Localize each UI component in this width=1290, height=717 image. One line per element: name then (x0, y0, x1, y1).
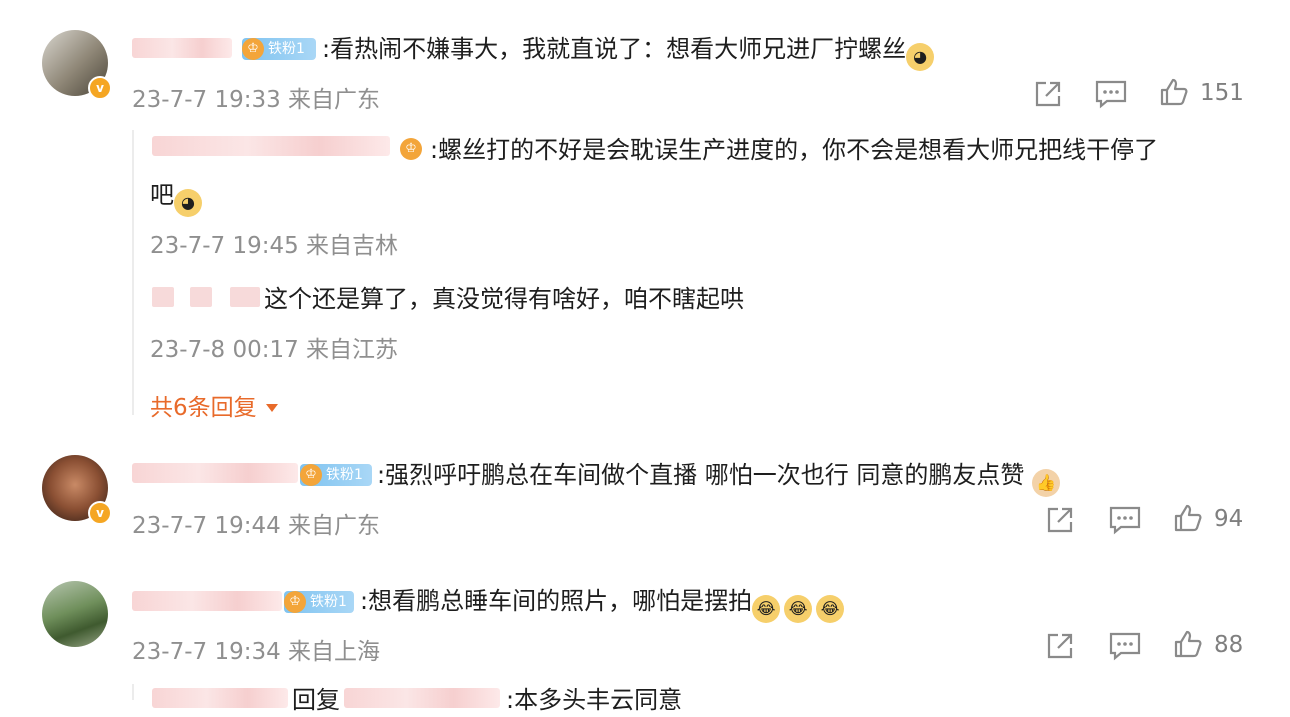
doge-emoji-icon: ◕ (906, 43, 935, 71)
crown-icon: ♔ (284, 591, 306, 613)
reply-thread-line (132, 684, 134, 700)
username-redacted[interactable] (132, 463, 298, 483)
comment-meta: 23-7-7 19:44 来自广东 (132, 513, 381, 539)
laughing-emoji-icon: 😂 (752, 595, 781, 623)
verified-badge-icon: v (88, 501, 112, 525)
like-count: 88 (1214, 632, 1244, 658)
reply-meta: 23-7-8 00:17 来自江苏 (150, 337, 399, 363)
reply-text: 这个还是算了，真没觉得有啥好，咱不瞎起哄 (264, 285, 744, 313)
laughing-emoji-icon: 😂 (816, 595, 845, 623)
reply-text: :本多头丰云同意 (506, 686, 683, 714)
crown-icon: ♔ (300, 464, 322, 486)
reply-username-redacted[interactable] (152, 287, 174, 307)
caret-down-icon (265, 404, 278, 412)
more-replies-link[interactable]: 共6条回复 (150, 388, 280, 422)
comment-icon[interactable] (1094, 78, 1128, 110)
reply-username-redacted[interactable] (152, 688, 288, 708)
reply-meta: 23-7-7 19:45 来自吉林 (150, 233, 399, 259)
verified-badge-icon: v (88, 76, 112, 100)
crown-icon: ♔ (400, 138, 422, 160)
share-icon[interactable] (1044, 630, 1076, 662)
share-icon[interactable] (1044, 504, 1076, 536)
reply-username-redacted[interactable] (230, 287, 260, 307)
comment-icon[interactable] (1108, 504, 1142, 536)
reply-target-redacted[interactable] (344, 688, 500, 708)
thumbs-up-icon[interactable] (1172, 628, 1204, 660)
fan-badge-label: 铁粉1 (326, 467, 363, 483)
fan-badge-label: 铁粉1 (310, 594, 347, 610)
crown-icon: ♔ (242, 38, 264, 60)
comment-text: :看热闹不嫌事大，我就直说了：想看大师兄进厂拧螺丝 ◕ (322, 32, 935, 71)
reply-username-redacted[interactable] (190, 287, 212, 307)
share-icon[interactable] (1032, 78, 1064, 110)
thumbs-up-icon[interactable] (1172, 502, 1204, 534)
fan-badge-label: 铁粉1 (268, 41, 305, 57)
reply-thread-line (132, 130, 134, 415)
username-redacted[interactable] (132, 591, 282, 611)
comment-text: :强烈呼吁鹏总在车间做个直播 哪怕一次也行 同意的鹏友点赞 👍 (377, 458, 1060, 497)
like-count: 94 (1214, 506, 1244, 532)
comment-meta: 23-7-7 19:34 来自上海 (132, 639, 381, 665)
comment-text: :想看鹏总睡车间的照片，哪怕是摆拍 😂 😂 😂 (360, 584, 845, 623)
reply-prefix: 回复 (292, 686, 340, 714)
comment-icon[interactable] (1108, 630, 1142, 662)
thumbs-up-emoji-icon: 👍 (1031, 469, 1060, 497)
reply-username-redacted[interactable] (152, 136, 390, 156)
laughing-emoji-icon: 😂 (784, 595, 813, 623)
username-redacted[interactable] (132, 38, 232, 58)
thumbs-up-icon[interactable] (1158, 76, 1190, 108)
reply-text: :螺丝打的不好是会耽误生产进度的，你不会是想看大师兄把线干停了 (430, 136, 1159, 164)
comment-meta: 23-7-7 19:33 来自广东 (132, 87, 381, 113)
reply-text-continued: 吧 ◕ (150, 178, 202, 217)
avatar[interactable] (42, 581, 108, 647)
like-count: 151 (1200, 80, 1244, 106)
doge-emoji-icon: ◕ (174, 189, 202, 217)
